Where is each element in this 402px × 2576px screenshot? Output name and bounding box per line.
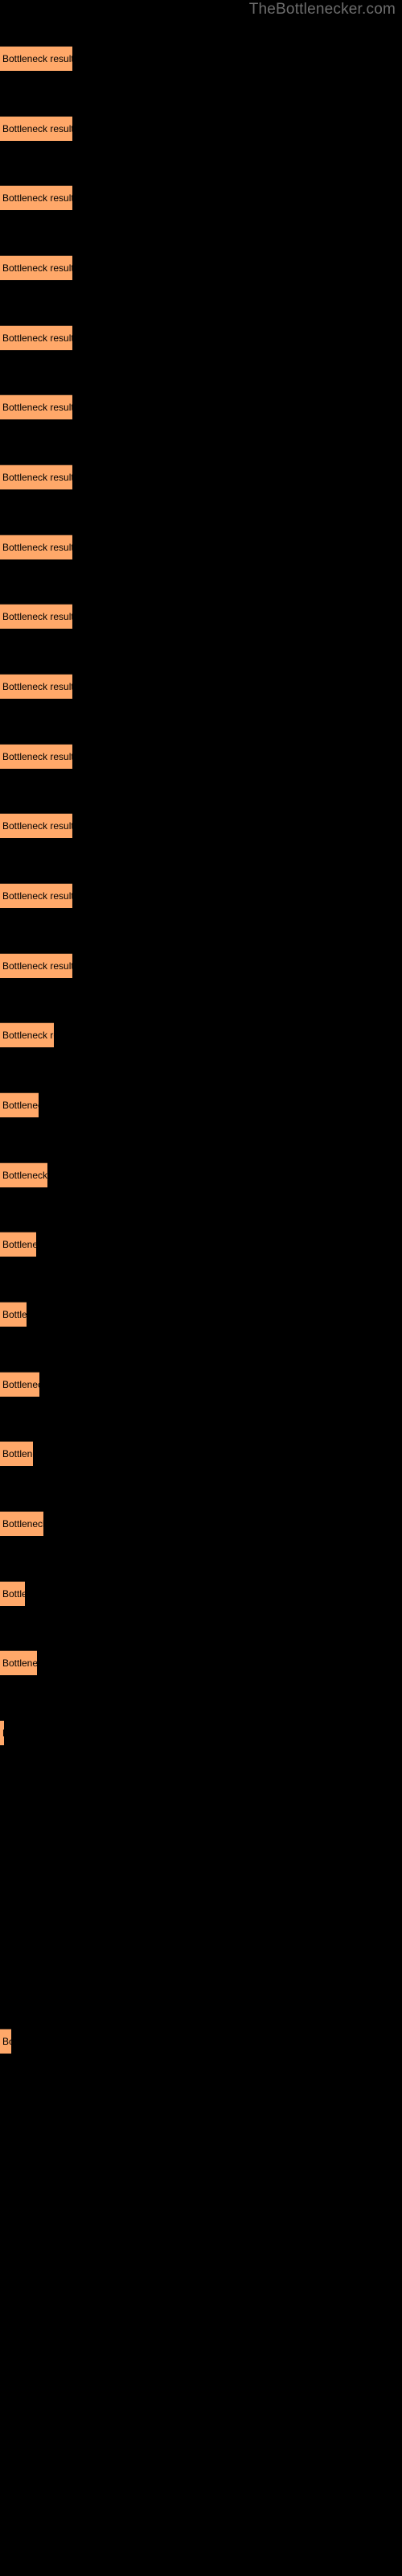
bar-bottleneck-result[interactable]: Bottleneck result bbox=[0, 325, 72, 350]
bar-bottleneck-result[interactable]: Bottleneck result bbox=[0, 1581, 25, 1606]
bar-label: Bottleneck result bbox=[2, 611, 72, 622]
bar-label: Bottleneck result bbox=[2, 1448, 33, 1459]
bar-bottleneck-result[interactable]: Bottleneck result bbox=[0, 744, 72, 769]
bar-label: Bottleneck result bbox=[2, 1309, 27, 1320]
bottleneck-bar-chart: Bottleneck result Bottleneck result Bottle… bbox=[0, 0, 402, 2576]
bar-bottleneck-result[interactable]: Bottleneck result bbox=[0, 1511, 43, 1536]
bar-label: Bottleneck result bbox=[2, 751, 72, 762]
bar-bottleneck-result[interactable]: Bottleneck result bbox=[0, 674, 72, 699]
bar-bottleneck-result[interactable]: Bottleneck result bbox=[0, 813, 72, 838]
bar-label: Bottleneck result bbox=[2, 542, 72, 553]
bar-label: Bottleneck result bbox=[2, 890, 72, 902]
bar-bottleneck-result[interactable]: Bottleneck result bbox=[0, 255, 72, 280]
bar-label: Bottleneck result bbox=[2, 1100, 39, 1111]
bar-bottleneck-result[interactable]: Bottleneck result bbox=[0, 953, 72, 978]
bar-label: Bottleneck result bbox=[2, 1170, 47, 1181]
bar-label: Bottleneck result bbox=[2, 123, 72, 134]
bar-label: Bottleneck result bbox=[2, 960, 72, 972]
bar-bottleneck-result[interactable]: Bottleneck result bbox=[0, 1232, 36, 1257]
bar-bottleneck-result[interactable]: Bottleneck result bbox=[0, 394, 72, 419]
bar-label: Bottleneck result bbox=[2, 1588, 25, 1600]
bar-label: Bottleneck result bbox=[2, 681, 72, 692]
bar-label: Bottleneck result bbox=[2, 1518, 43, 1530]
bar-label: Bottleneck result bbox=[2, 262, 72, 274]
bar-bottleneck-result[interactable]: Bottleneck result bbox=[0, 604, 72, 629]
bar-label: Bottleneck result bbox=[2, 1030, 54, 1041]
bar-label: Bottleneck result bbox=[2, 1239, 36, 1250]
bar-bottleneck-result[interactable]: Bottleneck result bbox=[0, 1302, 27, 1327]
bar-bottleneck-result[interactable]: Bottleneck result bbox=[0, 883, 72, 908]
bar-label: Bottleneck result bbox=[2, 472, 72, 483]
bar-label: Bottleneck result bbox=[2, 192, 72, 204]
bar-bottleneck-result[interactable]: Bottleneck result bbox=[0, 1441, 33, 1466]
bar-bottleneck-result[interactable]: Bottleneck result bbox=[0, 2029, 11, 2054]
bar-bottleneck-result[interactable]: Bottleneck result bbox=[0, 1162, 47, 1187]
bar-bottleneck-result[interactable]: Bottleneck result bbox=[0, 535, 72, 559]
bar-bottleneck-result[interactable]: Bottleneck result bbox=[0, 1022, 54, 1047]
bar-label: Bottleneck result bbox=[2, 1379, 39, 1390]
bar-bottleneck-result[interactable]: Bottleneck result bbox=[0, 1720, 4, 1745]
bar-bottleneck-result[interactable]: Bottleneck result bbox=[0, 1650, 37, 1675]
bar-label: Bottleneck result bbox=[2, 2036, 11, 2047]
bar-label: Bottleneck result bbox=[2, 53, 72, 64]
bar-bottleneck-result[interactable]: Bottleneck result bbox=[0, 46, 72, 71]
bar-label: Bottleneck result bbox=[2, 332, 72, 344]
bar-label: Bottleneck result bbox=[2, 402, 72, 413]
bar-bottleneck-result[interactable]: Bottleneck result bbox=[0, 116, 72, 141]
bar-label: Bottleneck result bbox=[2, 1657, 37, 1669]
bar-label: Bottleneck result bbox=[2, 820, 72, 832]
bar-bottleneck-result[interactable]: Bottleneck result bbox=[0, 1092, 39, 1117]
bar-bottleneck-result[interactable]: Bottleneck result bbox=[0, 1372, 39, 1397]
bar-bottleneck-result[interactable]: Bottleneck result bbox=[0, 464, 72, 489]
bar-label: Bottleneck result bbox=[2, 1721, 4, 1745]
bar-bottleneck-result[interactable]: Bottleneck result bbox=[0, 185, 72, 210]
